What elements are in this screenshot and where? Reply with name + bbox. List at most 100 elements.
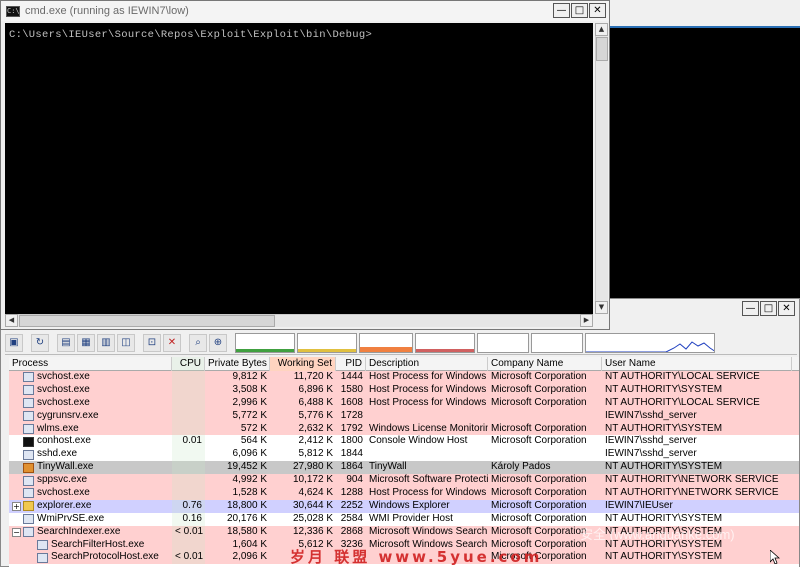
pid-cell: 1844 bbox=[340, 448, 363, 460]
table-row[interactable]: wlms.exe 572 K 2,632 K 1792 Windows Lice… bbox=[9, 422, 799, 436]
process-icon bbox=[23, 527, 34, 538]
pid-cell: 904 bbox=[346, 474, 363, 486]
private-bytes-cell: 20,176 K bbox=[226, 512, 267, 524]
cmd-prompt-line: C:\Users\IEUser\Source\Repos\Exploit\Exp… bbox=[9, 29, 373, 41]
scroll-left-icon[interactable]: ◀ bbox=[5, 314, 18, 327]
working-set-cell: 11,720 K bbox=[293, 371, 333, 382]
col-working-set[interactable]: Working Set bbox=[270, 357, 336, 371]
scroll-up-icon[interactable]: ▲ bbox=[595, 23, 608, 36]
process-icon bbox=[23, 488, 34, 499]
user-cell: IEWIN7\sshd_server bbox=[605, 435, 697, 447]
table-row[interactable]: sppsvc.exe 4,992 K 10,172 K 904 Microsof… bbox=[9, 474, 799, 488]
working-set-cell: 25,028 K bbox=[292, 512, 333, 524]
table-row-selected[interactable]: TinyWall.exe 19,452 K 27,980 K 1864 Tiny… bbox=[9, 461, 799, 475]
lower-pane-icon[interactable]: ▥ bbox=[97, 333, 115, 352]
description-cell: Host Process for Windows S... bbox=[369, 383, 488, 395]
gpu-graph[interactable] bbox=[585, 332, 715, 353]
scroll-thumb-vertical[interactable] bbox=[596, 37, 608, 61]
commit-graph[interactable] bbox=[297, 332, 357, 353]
pid-cell: 1800 bbox=[340, 435, 363, 447]
cmd-system-icon[interactable]: C:\ bbox=[6, 5, 20, 17]
cmd-window: C:\ cmd.exe (running as IEWIN7\low) — □ … bbox=[0, 0, 610, 330]
working-set-cell: 27,980 K bbox=[292, 461, 333, 473]
col-process[interactable]: Process bbox=[9, 357, 172, 371]
pid-cell: 1728 bbox=[340, 409, 363, 421]
expand-toggle-icon[interactable]: + bbox=[12, 501, 21, 511]
physical-memory-graph[interactable] bbox=[359, 332, 413, 353]
col-private-bytes[interactable]: Private Bytes bbox=[205, 357, 270, 371]
col-description[interactable]: Description bbox=[366, 357, 488, 371]
company-cell: Microsoft Corporation bbox=[491, 487, 587, 499]
disk-graph[interactable] bbox=[531, 332, 583, 353]
cpu-cell: < 0.01 bbox=[172, 525, 205, 539]
cmd-vertical-scrollbar[interactable]: ▲ ▼ bbox=[595, 23, 608, 314]
crosshair-icon[interactable]: ⊕ bbox=[209, 333, 227, 352]
process-name: svchost.exe bbox=[37, 487, 90, 499]
cpu-graph[interactable] bbox=[235, 332, 295, 353]
company-cell: Károly Pados bbox=[491, 461, 551, 473]
pid-cell: 1444 bbox=[340, 371, 363, 382]
process-name: SearchFilterHost.exe bbox=[51, 538, 145, 550]
col-cpu[interactable]: CPU bbox=[172, 357, 205, 371]
col-pid[interactable]: PID bbox=[336, 357, 366, 371]
scroll-down-icon[interactable]: ▼ bbox=[595, 301, 608, 314]
cmd-console[interactable]: C:\Users\IEUser\Source\Repos\Exploit\Exp… bbox=[5, 23, 593, 314]
cmd-minimize-button[interactable]: — bbox=[553, 3, 570, 18]
table-row[interactable]: + explorer.exe 0.76 18,800 K 30,644 K 225… bbox=[9, 499, 799, 513]
user-cell: IEWIN7\sshd_server bbox=[605, 409, 697, 421]
company-cell: Microsoft Corporation bbox=[491, 371, 587, 382]
cmd-close-button[interactable]: ✕ bbox=[589, 3, 606, 18]
col-user[interactable]: User Name bbox=[602, 357, 792, 371]
table-row[interactable]: sshd.exe 6,096 K 5,812 K 1844 IEWIN7\ssh… bbox=[9, 448, 799, 462]
user-cell: NT AUTHORITY\SYSTEM bbox=[605, 461, 723, 473]
properties-icon[interactable]: ▦ bbox=[77, 333, 95, 352]
explorer-icon bbox=[23, 501, 34, 512]
cpu-cell bbox=[172, 474, 205, 488]
collapse-toggle-icon[interactable]: − bbox=[12, 527, 21, 537]
table-row[interactable]: conhost.exe 0.01 564 K 2,412 K 1800 Cons… bbox=[9, 435, 799, 449]
process-icon bbox=[23, 372, 34, 383]
scroll-right-icon[interactable]: ▶ bbox=[580, 314, 593, 327]
system-info-icon[interactable]: ▤ bbox=[57, 333, 75, 352]
scroll-thumb-horizontal[interactable] bbox=[19, 315, 275, 327]
cpu-cell bbox=[172, 487, 205, 500]
cpu-cell bbox=[172, 383, 205, 397]
find-icon[interactable]: ⌕ bbox=[189, 333, 207, 352]
working-set-cell: 5,776 K bbox=[298, 409, 333, 421]
refresh-icon[interactable]: ↻ bbox=[31, 333, 49, 352]
cpu-cell bbox=[172, 448, 205, 462]
dll-view-icon[interactable]: ◫ bbox=[117, 333, 135, 352]
kill-process-icon[interactable]: ✕ bbox=[163, 333, 181, 352]
table-row[interactable]: svchost.exe 9,812 K 11,720 K 1444 Host P… bbox=[9, 371, 799, 384]
working-set-cell: 2,632 K bbox=[298, 422, 333, 434]
description-cell: WMI Provider Host bbox=[369, 512, 453, 524]
pid-cell: 2868 bbox=[340, 525, 363, 537]
cmd-horizontal-scrollbar[interactable]: ◀ ▶ bbox=[5, 314, 593, 327]
private-bytes-cell: 18,800 K bbox=[226, 499, 267, 511]
table-row[interactable]: svchost.exe 2,996 K 6,488 K 1608 Host Pr… bbox=[9, 396, 799, 410]
private-bytes-cell: 1,604 K bbox=[232, 538, 267, 550]
user-cell: IEWIN7\sshd_server bbox=[605, 448, 697, 460]
network-graph[interactable] bbox=[477, 332, 529, 353]
private-bytes-cell: 564 K bbox=[240, 435, 267, 447]
pe-maximize-button[interactable]: □ bbox=[760, 301, 777, 316]
table-row[interactable]: svchost.exe 1,528 K 4,624 K 1288 Host Pr… bbox=[9, 487, 799, 500]
col-company[interactable]: Company Name bbox=[488, 357, 602, 371]
console-icon bbox=[23, 436, 34, 447]
table-row[interactable]: svchost.exe 3,508 K 6,896 K 1580 Host Pr… bbox=[9, 383, 799, 397]
process-name: SearchProtocolHost.exe bbox=[51, 551, 159, 563]
cmd-titlebar[interactable]: C:\ cmd.exe (running as IEWIN7\low) — □ … bbox=[1, 1, 609, 21]
save-icon[interactable]: ▣ bbox=[5, 333, 23, 352]
io-graph[interactable] bbox=[415, 332, 475, 353]
private-bytes-cell: 572 K bbox=[240, 422, 267, 434]
pe-minimize-button[interactable]: — bbox=[742, 301, 759, 316]
private-bytes-cell: 2,996 K bbox=[232, 396, 267, 408]
pid-cell: 1864 bbox=[340, 461, 363, 473]
pe-close-button[interactable]: ✕ bbox=[778, 301, 795, 316]
table-row[interactable]: cygrunsrv.exe 5,772 K 5,776 K 1728 IEWIN… bbox=[9, 409, 799, 423]
user-cell: NT AUTHORITY\NETWORK SERVICE bbox=[605, 474, 779, 486]
cpu-cell bbox=[172, 396, 205, 410]
cmd-maximize-button[interactable]: □ bbox=[571, 3, 588, 18]
window-target-icon[interactable]: ⊡ bbox=[143, 333, 161, 352]
working-set-cell: 12,336 K bbox=[292, 525, 333, 537]
